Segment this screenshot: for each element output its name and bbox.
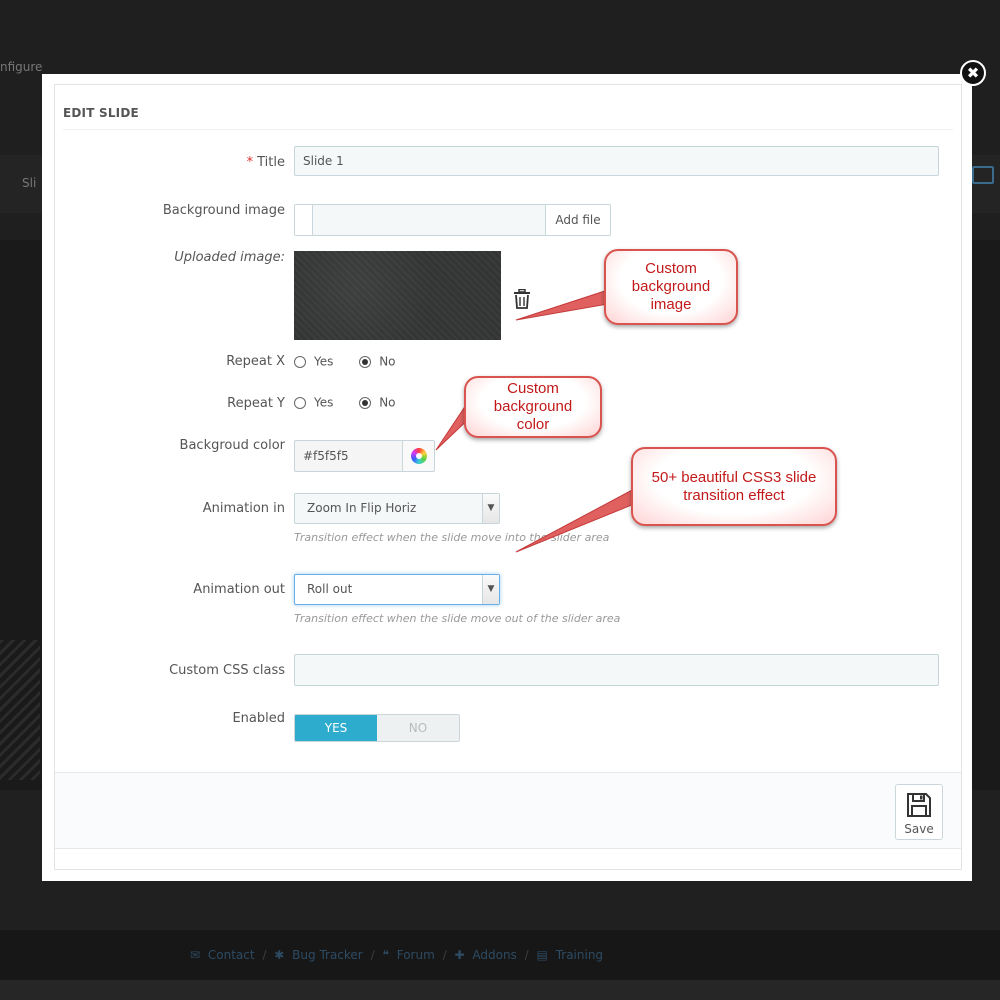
- background-tab-label: Sli: [22, 176, 37, 190]
- save-label: Save: [904, 822, 934, 836]
- option-label: No: [379, 395, 396, 410]
- repeat-x-label: Repeat X: [226, 354, 285, 369]
- animation-in-value: Zoom In Flip Horiz: [307, 501, 417, 515]
- radio-button-checked[interactable]: [359, 355, 372, 368]
- enabled-toggle[interactable]: YES NO: [294, 714, 460, 742]
- panel-footer: Save: [55, 772, 961, 849]
- comments-icon: ❝: [382, 948, 389, 962]
- bug-icon: ✱: [274, 948, 285, 962]
- animation-in-label: Animation in: [202, 501, 285, 516]
- animation-in-help: Transition effect when the slide move in…: [294, 531, 610, 544]
- option-label: Yes: [314, 395, 334, 410]
- title-label-text: Title: [257, 155, 285, 170]
- animation-out-help: Transition effect when the slide move ou…: [294, 612, 621, 625]
- repeat-y-options: Yes No: [294, 395, 418, 413]
- enabled-no-option[interactable]: NO: [377, 715, 459, 741]
- uploaded-image-label: Uploaded image:: [174, 250, 285, 265]
- repeat-x-options: Yes No: [294, 354, 418, 372]
- enabled-label: Enabled: [232, 711, 285, 726]
- close-icon[interactable]: ✖: [960, 60, 986, 86]
- book-icon: ▤: [536, 948, 548, 962]
- panel-heading: EDIT SLIDE: [63, 85, 953, 130]
- color-wheel-icon: [411, 448, 427, 464]
- title-label: * Title: [247, 155, 285, 170]
- option-label: No: [379, 354, 396, 369]
- bg-image-file-input[interactable]: Add file: [294, 204, 611, 236]
- puzzle-icon: ✚: [454, 948, 465, 962]
- title-input[interactable]: Slide 1: [294, 146, 939, 176]
- footer-link-contact[interactable]: Contact: [208, 948, 255, 962]
- radio-button[interactable]: [294, 396, 306, 409]
- animation-out-label: Animation out: [193, 582, 285, 597]
- background-decoration: [0, 640, 40, 780]
- chevron-down-icon: ▼: [482, 575, 499, 604]
- background-configure-text: nfigure: [0, 60, 43, 74]
- add-file-button[interactable]: Add file: [545, 205, 610, 235]
- repeat-x-yes-option[interactable]: Yes: [294, 354, 333, 369]
- css-class-label: Custom CSS class: [169, 663, 285, 678]
- footer-link-bug-tracker[interactable]: Bug Tracker: [292, 948, 363, 962]
- save-button[interactable]: Save: [895, 784, 943, 840]
- envelope-icon: ✉: [190, 948, 201, 962]
- option-label: Yes: [314, 354, 334, 369]
- repeat-x-no-option[interactable]: No: [359, 354, 396, 369]
- trash-icon[interactable]: [513, 288, 531, 309]
- animation-in-select[interactable]: Zoom In Flip Horiz ▼: [294, 493, 500, 524]
- repeat-y-yes-option[interactable]: Yes: [294, 395, 333, 410]
- repeat-y-no-option[interactable]: No: [359, 395, 396, 410]
- bg-color-control: #f5f5f5: [294, 440, 436, 472]
- footer-link-training[interactable]: Training: [556, 948, 603, 962]
- uploaded-image-thumbnail: [294, 251, 501, 340]
- footer-links: ✉ Contact / ✱ Bug Tracker / ❝ Forum / ✚ …: [190, 948, 604, 962]
- bg-color-label: Backgroud color: [179, 438, 285, 453]
- required-marker: *: [246, 155, 254, 170]
- radio-button[interactable]: [294, 355, 306, 368]
- animation-out-value: Roll out: [307, 582, 353, 596]
- footer-link-forum[interactable]: Forum: [397, 948, 435, 962]
- callout-bg-image: Custom background image: [604, 249, 738, 325]
- monitor-icon: [972, 166, 994, 184]
- footer-link-addons[interactable]: Addons: [472, 948, 516, 962]
- bg-color-input[interactable]: #f5f5f5: [294, 440, 403, 472]
- floppy-disk-icon: [907, 793, 931, 817]
- file-input-prefix: [295, 205, 313, 235]
- radio-button-checked[interactable]: [359, 396, 372, 409]
- chevron-down-icon: ▼: [482, 494, 499, 523]
- repeat-y-label: Repeat Y: [227, 396, 285, 411]
- background-bottom-bar: [0, 980, 1000, 1000]
- color-picker-button[interactable]: [402, 440, 435, 472]
- enabled-yes-option[interactable]: YES: [295, 715, 377, 741]
- callout-bg-color: Custom background color: [464, 376, 602, 438]
- animation-out-select[interactable]: Roll out ▼: [294, 574, 500, 605]
- bg-image-label: Background image: [162, 203, 285, 218]
- css-class-input[interactable]: [294, 654, 939, 686]
- callout-transitions: 50+ beautiful CSS3 slide transition effe…: [631, 447, 837, 526]
